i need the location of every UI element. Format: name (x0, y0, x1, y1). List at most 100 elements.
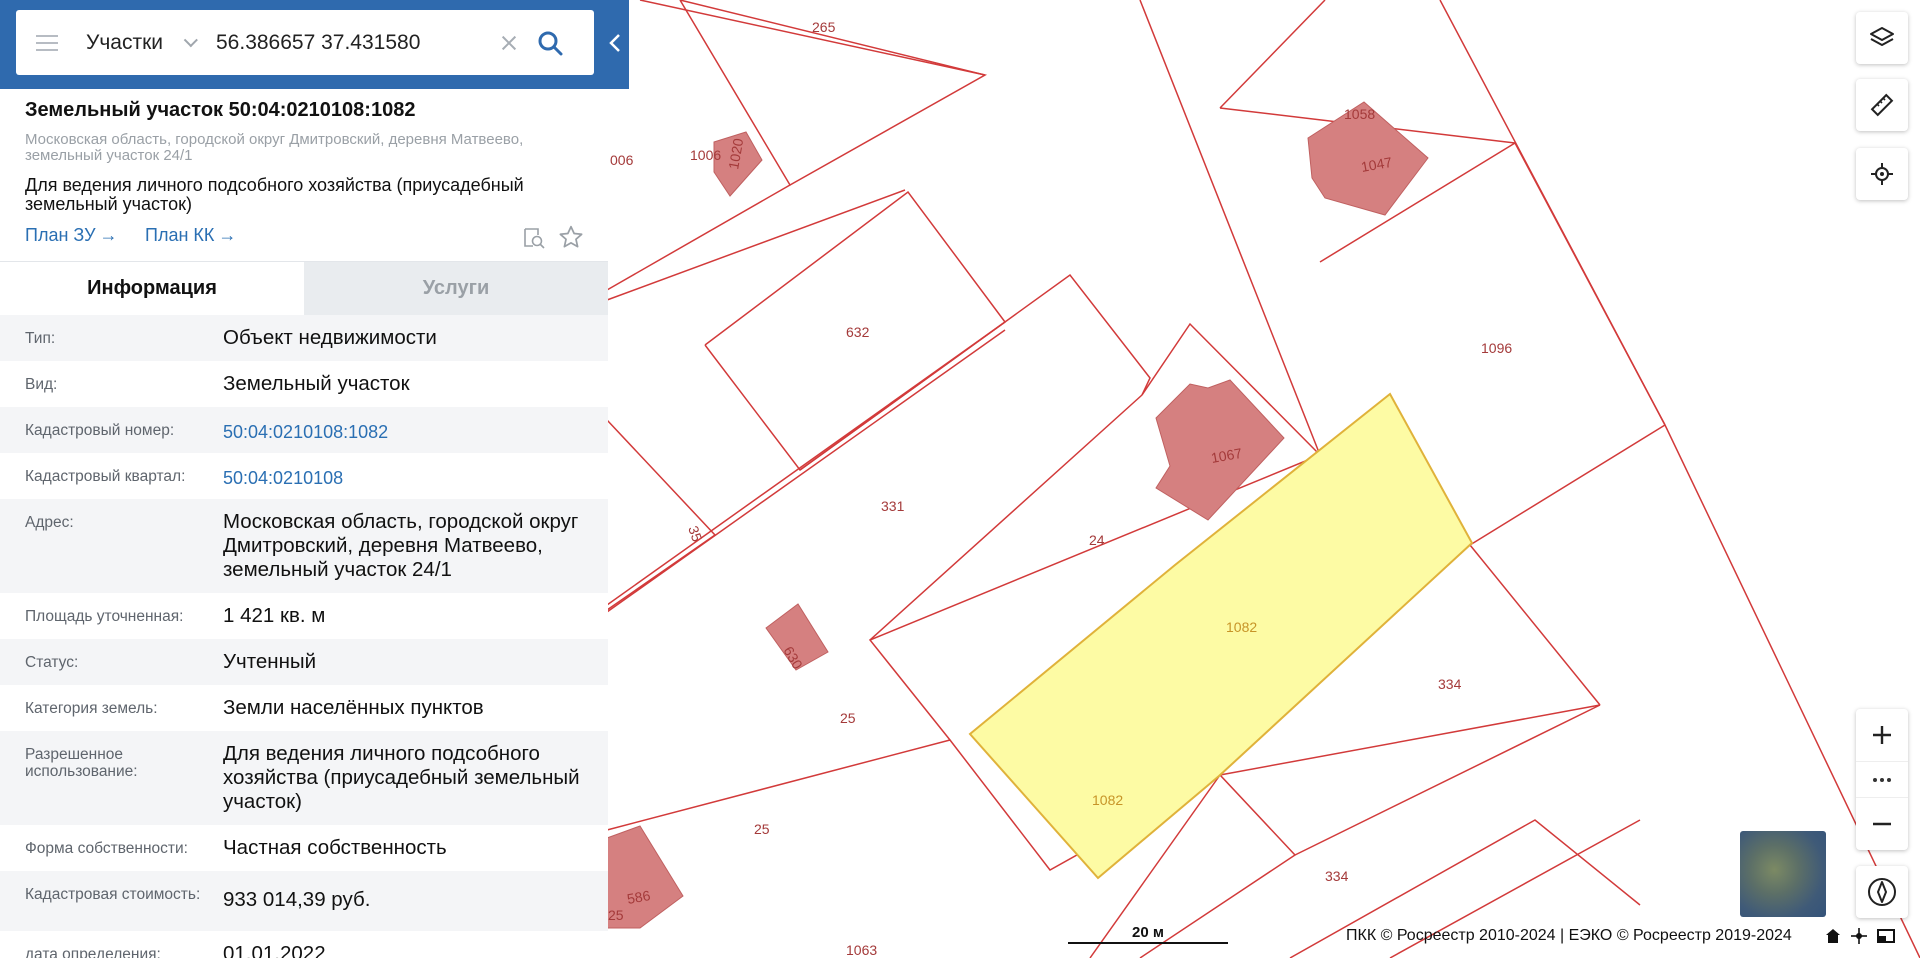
cadastral-quarter-link[interactable]: 50:04:0210108 (223, 453, 583, 499)
plot-label: 1006 (690, 147, 721, 163)
info-label: Тип: (25, 330, 56, 347)
search-box: Участки (16, 10, 594, 75)
zoom-out-button[interactable] (1856, 798, 1908, 850)
plot-label: 331 (881, 498, 905, 514)
plot-label: 334 (1438, 676, 1462, 692)
object-title: Земельный участок 50:04:0210108:1082 (25, 99, 416, 121)
object-purpose: Для ведения личного подсобного хозяйства… (25, 175, 524, 214)
star-icon[interactable] (558, 224, 584, 250)
plot-label: 632 (846, 324, 870, 340)
plot-label: 25 (840, 710, 856, 726)
plot-label: 24 (1089, 532, 1105, 548)
plot-label: 1058 (1344, 106, 1375, 122)
locate-button[interactable] (1856, 148, 1908, 200)
compass-icon (1868, 878, 1896, 906)
scale-label: 20 м (1132, 924, 1164, 941)
crosshair-icon (1871, 163, 1893, 185)
tab-info[interactable]: Информация (0, 262, 304, 315)
info-value: Московская область, городской округ Дмит… (223, 510, 579, 581)
plot-label: 1082 (1092, 792, 1123, 808)
info-row: Форма собственности: Частная собственнос… (0, 825, 608, 871)
cadastral-number-link[interactable]: 50:04:0210108:1082 (223, 407, 583, 453)
scale-line (1068, 942, 1228, 944)
zoom-in-button[interactable] (1856, 709, 1908, 761)
home-icon[interactable] (1824, 927, 1842, 945)
info-row: Вид: Земельный участок (0, 361, 608, 407)
plot-label: 265 (812, 19, 836, 35)
layers-button[interactable] (1856, 12, 1908, 64)
info-row: Статус: Учтенный (0, 639, 608, 685)
clear-icon[interactable] (494, 28, 524, 58)
plan-zu-label: План ЗУ (25, 225, 96, 245)
info-label: Кадастровый квартал: (25, 468, 186, 485)
info-row: Категория земель: Земли населённых пункт… (0, 685, 608, 731)
info-value: 933 014,39 руб. (223, 888, 371, 911)
info-label: Адрес: (25, 514, 74, 531)
collapse-panel-icon[interactable] (606, 32, 624, 54)
info-panel: Земельный участок 50:04:0210108:1082 Мос… (0, 89, 608, 958)
zoom-controls (1856, 709, 1908, 850)
info-row: Площадь уточненная: 1 421 кв. м (0, 593, 608, 639)
plot-label: 334 (1325, 868, 1349, 884)
info-label: Разрешенное использование: (25, 746, 138, 780)
plan-zu-link[interactable]: План ЗУ → (25, 225, 118, 246)
layer-select-value: Участки (86, 30, 163, 54)
layers-icon (1870, 27, 1894, 46)
info-value: 1 421 кв. м (223, 604, 326, 627)
info-table: Тип: Объект недвижимости Вид: Земельный … (0, 315, 608, 958)
arrow-right-icon: → (218, 225, 237, 245)
arrow-right-icon: → (99, 225, 118, 245)
plan-kk-link[interactable]: План КК → (145, 225, 236, 246)
crosshair-icon[interactable] (1850, 927, 1868, 945)
search-icon[interactable] (528, 21, 572, 65)
info-value: Частная собственность (223, 836, 447, 859)
info-row: Тип: Объект недвижимости (0, 315, 608, 361)
info-value: Для ведения личного подсобного хозяйства… (223, 742, 580, 813)
plot-label: 25 (754, 821, 770, 837)
menu-icon[interactable] (16, 10, 78, 75)
layer-select[interactable]: Участки (78, 10, 216, 75)
info-label: Категория земель: (25, 700, 158, 717)
parcel-boundaries (606, 0, 1920, 958)
info-value: 01.01.2022 (223, 942, 326, 958)
info-row: Адрес: Московская область, городской окр… (0, 499, 608, 593)
info-value: Учтенный (223, 650, 317, 673)
more-options-icon[interactable] (1856, 761, 1908, 798)
measure-button[interactable] (1856, 79, 1908, 131)
plot-label: 1082 (1226, 619, 1257, 635)
chevron-down-icon (183, 32, 198, 47)
info-row: дата определения: 01.01.2022 (0, 931, 608, 958)
ruler-icon (1870, 93, 1894, 117)
plot-label: 25 (608, 907, 624, 923)
info-row: Разрешенное использование: Для ведения л… (0, 731, 608, 825)
info-label: Статус: (25, 654, 79, 671)
info-row: Кадастровый номер: 50:04:0210108:1082 (0, 407, 608, 453)
plot-label: 35 (685, 524, 705, 544)
copyright-text: ПКК © Росреестр 2010-2024 | ЕЭКО © Росре… (1346, 927, 1792, 944)
object-address: Московская область, городской округ Дмит… (25, 131, 524, 164)
plot-label: 006 (610, 152, 634, 168)
plot-label: 1096 (1481, 340, 1512, 356)
bottom-toolbar (1824, 927, 1896, 945)
tab-services[interactable]: Услуги (304, 262, 608, 315)
document-search-icon[interactable] (522, 226, 546, 250)
panel-tabs: Информация Услуги (0, 261, 608, 315)
compass-button[interactable] (1856, 866, 1908, 918)
plus-icon (1873, 726, 1891, 744)
info-row: Кадастровый квартал: 50:04:0210108 (0, 453, 608, 499)
info-value: Объект недвижимости (223, 326, 437, 349)
search-header: Участки (0, 0, 629, 89)
satellite-minimap[interactable] (1740, 831, 1826, 917)
info-value: Земельный участок (223, 372, 410, 395)
info-label: Кадастровая стоимость: (25, 886, 201, 903)
window-icon[interactable] (1876, 927, 1896, 945)
info-label: Площадь уточненная: (25, 608, 184, 625)
info-value: Земли населённых пунктов (223, 696, 484, 719)
plan-kk-label: План КК (145, 225, 215, 245)
scale-bar: 20 м (1068, 924, 1228, 944)
info-label: Форма собственности: (25, 840, 188, 857)
info-label: дата определения: (25, 946, 161, 958)
search-input[interactable] (216, 22, 496, 63)
info-label: Кадастровый номер: (25, 422, 175, 439)
info-row: Кадастровая стоимость: 933 014,39 руб. (0, 871, 608, 931)
